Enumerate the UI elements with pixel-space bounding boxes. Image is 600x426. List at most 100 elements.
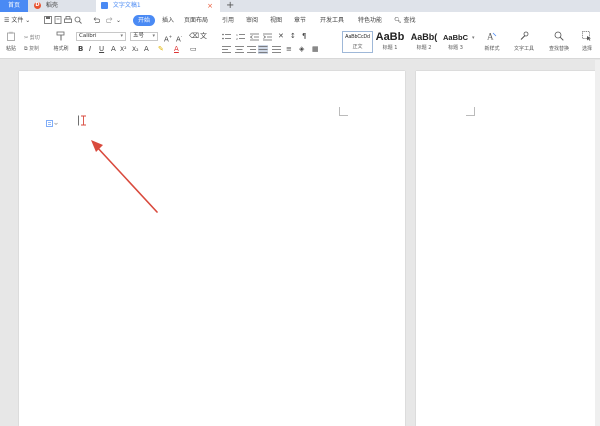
format-painter-icon (56, 31, 65, 41)
wrench-icon (520, 31, 529, 40)
quick-access-more-icon[interactable]: ⌄ (116, 15, 121, 26)
menu-special[interactable]: 特色功能 (358, 15, 382, 26)
bold-icon[interactable]: B (78, 45, 83, 54)
superscript-icon[interactable]: X² (120, 45, 127, 54)
cut-label: 剪切 (29, 35, 40, 41)
text-tools-label: 文字工具 (513, 46, 534, 52)
document-canvas[interactable] (0, 60, 600, 426)
scissors-icon: ✂ (24, 35, 29, 41)
print-icon[interactable] (64, 16, 72, 24)
menu-start[interactable]: 开始 (133, 15, 156, 26)
menu-bar: ☰ 文件 ⌄ ⌄ 开始 插入 页面布局 引用 审阅 视图 章节 开发工具 特色功… (0, 12, 600, 29)
strikethrough-icon[interactable]: A (111, 45, 116, 54)
align-center-icon[interactable] (235, 46, 244, 53)
highlight-icon[interactable]: ✎ (158, 45, 164, 54)
format-painter-label: 格式刷 (53, 46, 69, 52)
file-menu[interactable]: ☰ 文件 ⌄ (4, 16, 30, 25)
text-tools-button[interactable]: 文字工具 (509, 31, 539, 52)
tab-document[interactable]: 文字文稿1 × (96, 0, 220, 12)
menu-insert[interactable]: 插入 (162, 15, 174, 26)
select-label: 选择 (581, 46, 592, 52)
copy-button[interactable]: ⧉ 复制 (24, 45, 39, 52)
italic-icon[interactable]: I (89, 45, 91, 54)
tab-home-label: 首页 (7, 2, 20, 9)
document-page-2[interactable] (416, 71, 600, 426)
text-effect-icon[interactable]: A (144, 45, 149, 54)
clear-format-icon[interactable]: ⌫ (189, 32, 199, 41)
find-replace-button[interactable]: 查找替换 (546, 31, 572, 52)
export-pdf-icon[interactable] (54, 16, 62, 24)
tab-close-icon[interactable]: × (207, 0, 213, 12)
document-icon (101, 2, 108, 9)
new-tab-button[interactable]: + (226, 0, 234, 12)
save-icon[interactable] (44, 16, 52, 24)
underline-icon[interactable]: U (99, 45, 104, 54)
character-border-icon[interactable]: ▭ (190, 45, 197, 54)
font-family-select[interactable]: Calibri ▾ (76, 32, 126, 41)
chevron-down-icon: ⌄ (25, 17, 31, 24)
grow-font-icon[interactable]: A+ (164, 32, 172, 44)
find-replace-label: 查找替换 (548, 46, 569, 52)
new-style-button[interactable]: A 新样式 (479, 31, 505, 53)
new-style-label: 新样式 (484, 46, 500, 52)
style-gallery-more-icon[interactable]: ▾ (472, 35, 475, 41)
select-button[interactable]: 选择 (576, 31, 598, 52)
page-margin-corner (339, 107, 348, 116)
chinese-layout-icon[interactable]: ✕ (278, 32, 284, 41)
font-size-select[interactable]: 五号 ▾ (130, 32, 158, 41)
show-marks-icon[interactable]: ¶ (302, 32, 306, 41)
paragraph-layout-icon[interactable] (46, 120, 58, 128)
distribute-icon[interactable] (272, 46, 281, 53)
print-preview-icon[interactable] (74, 16, 82, 24)
menu-search-label: 查找 (403, 17, 416, 24)
style-heading-2-preview: AaBb( (410, 32, 438, 42)
increase-indent-icon[interactable] (263, 33, 272, 41)
line-spacing-icon[interactable]: ≡ (286, 45, 292, 54)
paste-button[interactable]: 粘贴 (3, 31, 19, 52)
style-heading-2-label: 标题 2 (416, 45, 432, 51)
decrease-indent-icon[interactable] (250, 33, 259, 41)
format-painter-button[interactable]: 格式刷 (50, 31, 72, 52)
search-icon: 🔍︎ (394, 17, 402, 24)
style-heading-1-preview: AaBb (375, 31, 405, 43)
shading-icon[interactable]: ◈ (299, 45, 304, 54)
menu-review[interactable]: 审阅 (246, 15, 258, 26)
hamburger-icon: ☰ (4, 17, 10, 24)
pinyin-icon[interactable]: 文 (200, 32, 207, 41)
align-left-icon[interactable] (222, 46, 231, 53)
font-size-value: 五号 (133, 33, 145, 39)
undo-icon[interactable] (92, 16, 100, 24)
style-heading-1[interactable]: AaBb 标题 1 (374, 31, 406, 53)
style-heading-3-preview: AaBbC (442, 33, 468, 42)
copy-label: 复制 (29, 46, 40, 52)
menu-chapter[interactable]: 章节 (294, 15, 306, 26)
menu-references[interactable]: 引用 (222, 15, 234, 26)
justify-icon[interactable] (258, 45, 268, 54)
menu-page-layout[interactable]: 页面布局 (184, 15, 208, 26)
file-menu-label: 文件 (11, 17, 24, 24)
bullet-list-icon[interactable] (222, 33, 231, 41)
redo-icon[interactable] (106, 16, 114, 24)
paste-icon (7, 31, 15, 41)
tab-home[interactable]: 首页 (0, 0, 28, 12)
menu-view[interactable]: 视图 (270, 15, 282, 26)
style-heading-3[interactable]: AaBbC 标题 3 (440, 31, 471, 53)
numbered-list-icon[interactable]: 12 (236, 33, 245, 41)
subscript-icon[interactable]: X₂ (132, 45, 139, 54)
menu-developer[interactable]: 开发工具 (320, 15, 344, 26)
style-heading-2[interactable]: AaBb( 标题 2 (407, 31, 441, 53)
page-margin-corner (466, 107, 475, 116)
text-cursor-icon (78, 115, 86, 126)
sort-icon[interactable]: ↕ (290, 32, 296, 41)
shrink-font-icon[interactable]: A- (176, 32, 182, 44)
paste-label: 粘贴 (5, 46, 16, 52)
style-normal[interactable]: AaBbCcDd 正文 (342, 31, 373, 53)
menu-search[interactable]: 🔍︎ 查找 (394, 15, 416, 26)
tab-daoke[interactable]: D 稻壳 (30, 0, 94, 12)
vertical-scrollbar[interactable] (595, 60, 600, 426)
borders-icon[interactable]: ▦ (312, 45, 319, 54)
font-color-icon[interactable]: A (174, 45, 179, 54)
align-right-icon[interactable] (247, 46, 256, 53)
ribbon-toolbar: 粘贴 ✂ 剪切 ⧉ 复制 格式刷 Calibri ▾ 五号 ▾ A+ A- ⌫ … (0, 29, 600, 59)
cut-button[interactable]: ✂ 剪切 (24, 34, 40, 41)
